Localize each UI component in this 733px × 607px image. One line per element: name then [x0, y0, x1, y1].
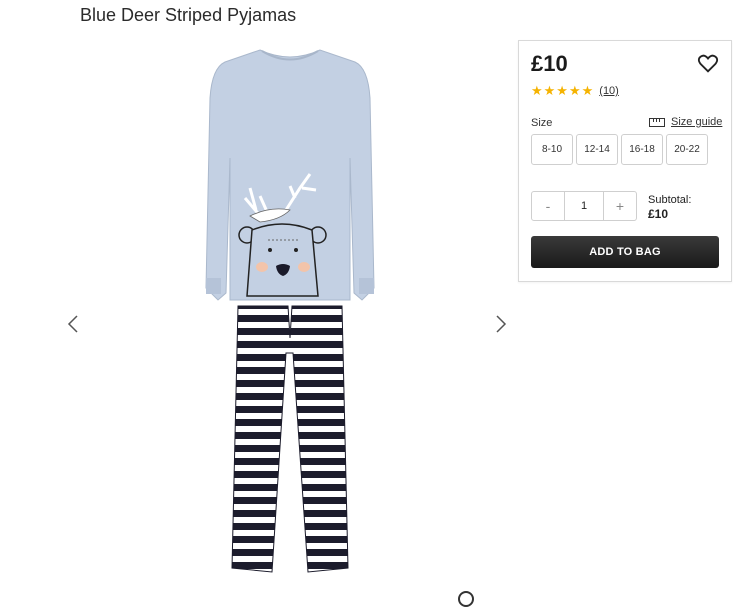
quantity-decrease-button[interactable]: -	[532, 192, 564, 220]
subtotal-label: Subtotal:	[648, 194, 692, 206]
ruler-icon	[649, 117, 665, 127]
review-count-link[interactable]: (10)	[599, 85, 619, 97]
size-option-8-10[interactable]: 8-10	[531, 134, 573, 165]
size-guide-label: Size guide	[671, 116, 723, 128]
zoom-icon[interactable]	[458, 591, 474, 607]
heart-icon[interactable]	[697, 53, 719, 75]
subtotal-value: £10	[648, 207, 669, 221]
size-option-16-18[interactable]: 16-18	[621, 134, 663, 165]
size-options: 8-10 12-14 16-18 20-22	[531, 134, 708, 165]
product-gallery	[60, 38, 515, 607]
add-to-bag-button[interactable]: ADD TO BAG	[531, 236, 719, 268]
quantity-input[interactable]: 1	[564, 192, 604, 220]
size-option-12-14[interactable]: 12-14	[576, 134, 618, 165]
rating: ★★★★★ (10)	[531, 83, 619, 99]
purchase-panel: £10 ★★★★★ (10) Size Size guide 8-10 12-1…	[518, 40, 732, 282]
product-title: Blue Deer Striped Pyjamas	[80, 5, 297, 25]
price: £10	[531, 51, 568, 76]
quantity-stepper: - 1 +	[531, 191, 637, 221]
star-rating-icon: ★★★★★	[531, 83, 595, 98]
size-option-20-22[interactable]: 20-22	[666, 134, 708, 165]
subtotal: Subtotal: £10	[648, 193, 691, 221]
size-label: Size	[531, 117, 553, 129]
product-image	[205, 49, 375, 573]
chevron-left-icon[interactable]	[63, 314, 83, 334]
quantity-increase-button[interactable]: +	[604, 192, 636, 220]
chevron-right-icon[interactable]	[491, 314, 511, 334]
size-guide-link[interactable]: Size guide	[649, 116, 722, 128]
